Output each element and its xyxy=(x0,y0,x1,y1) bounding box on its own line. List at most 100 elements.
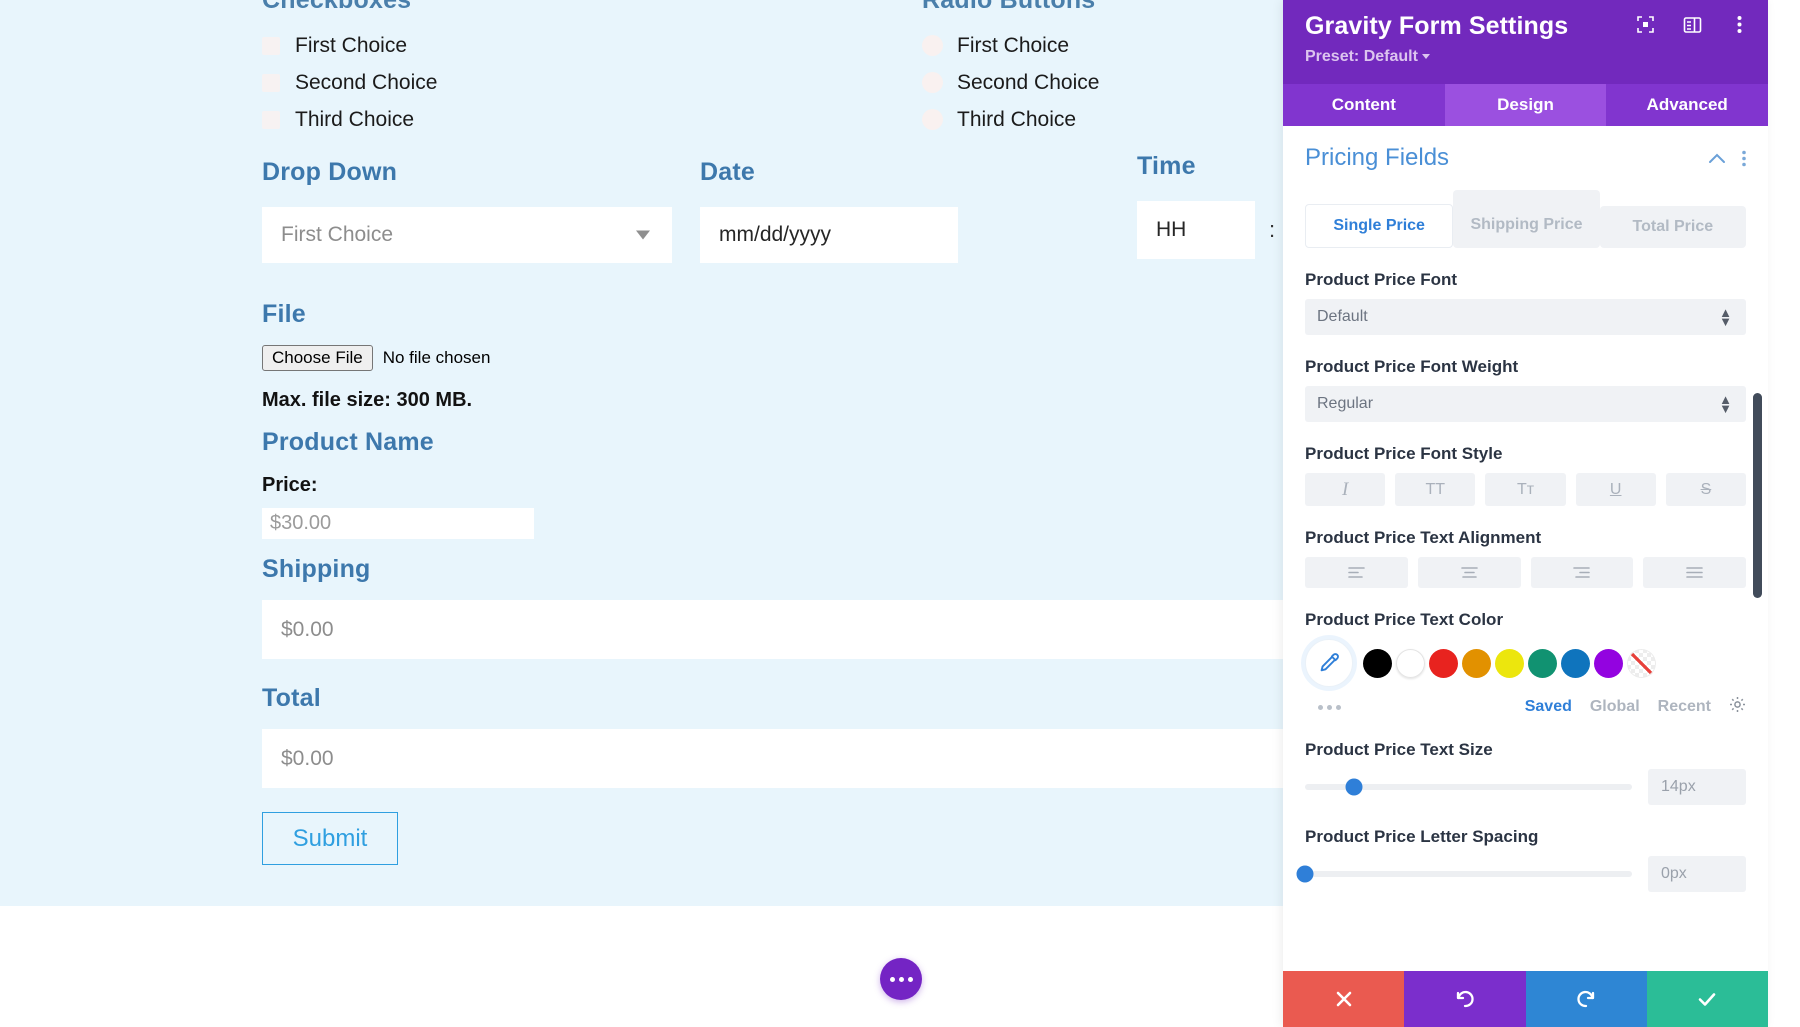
undo-button[interactable] xyxy=(1404,971,1525,1027)
color-link-global[interactable]: Global xyxy=(1590,698,1640,716)
tab-design[interactable]: Design xyxy=(1445,84,1607,126)
color-swatch-green[interactable] xyxy=(1528,649,1557,678)
chevron-up-icon[interactable] xyxy=(1708,153,1726,164)
panel-tabs: Content Design Advanced xyxy=(1283,84,1768,126)
checkbox-option[interactable]: Second Choice xyxy=(262,64,732,101)
price-tab-total[interactable]: Total Price xyxy=(1600,206,1746,248)
product-price-font-weight-select[interactable]: Regular ▲▼ xyxy=(1305,386,1746,422)
capitalize-icon[interactable]: Tт xyxy=(1485,473,1565,506)
redo-button[interactable] xyxy=(1526,971,1647,1027)
field-product-price-font-style: Product Price Font Style I TT Tт U S xyxy=(1283,444,1768,506)
save-button[interactable] xyxy=(1647,971,1768,1027)
price-tab-shipping[interactable]: Shipping Price xyxy=(1453,190,1599,248)
tab-advanced[interactable]: Advanced xyxy=(1606,84,1768,126)
field-product-price-font-weight: Product Price Font Weight Regular ▲▼ xyxy=(1283,357,1768,422)
layout-panel-icon[interactable] xyxy=(1682,14,1703,35)
letter-spacing-slider-row: 0px xyxy=(1305,856,1746,892)
color-swatch-white[interactable] xyxy=(1396,649,1425,678)
color-swatch-yellow[interactable] xyxy=(1495,649,1524,678)
choose-file-button[interactable]: Choose File xyxy=(262,345,373,371)
field-product-price-text-size: Product Price Text Size 14px xyxy=(1283,740,1768,805)
color-swatch-orange[interactable] xyxy=(1462,649,1491,678)
font-style-button-row: I TT Tт U S xyxy=(1305,473,1746,506)
floating-more-button[interactable] xyxy=(880,958,922,1000)
align-right-icon[interactable] xyxy=(1531,557,1634,588)
color-swatch-row xyxy=(1305,639,1746,687)
uppercase-icon[interactable]: TT xyxy=(1395,473,1475,506)
more-dots-icon xyxy=(908,977,913,982)
kebab-menu-icon[interactable] xyxy=(1729,14,1750,35)
align-left-icon[interactable] xyxy=(1305,557,1408,588)
radio-icon[interactable] xyxy=(922,109,943,130)
shipping-input[interactable]: $0.00 xyxy=(262,600,1283,659)
text-size-value-input[interactable]: 14px xyxy=(1648,769,1746,805)
field-product-price-letter-spacing: Product Price Letter Spacing 0px xyxy=(1283,827,1768,892)
product-price-input[interactable]: $30.00 xyxy=(262,508,534,539)
radio-option[interactable]: Third Choice xyxy=(922,101,1283,138)
color-swatch-purple[interactable] xyxy=(1594,649,1623,678)
time-placeholder: HH xyxy=(1156,218,1186,242)
radio-icon[interactable] xyxy=(922,72,943,93)
italic-icon[interactable]: I xyxy=(1305,473,1385,506)
color-link-saved[interactable]: Saved xyxy=(1525,698,1572,716)
align-center-icon[interactable] xyxy=(1418,557,1521,588)
chevron-down-icon xyxy=(1422,54,1430,59)
more-dots-icon[interactable] xyxy=(1305,705,1363,710)
checkbox-icon[interactable] xyxy=(262,37,280,55)
tab-content[interactable]: Content xyxy=(1283,84,1445,126)
select-value: Default xyxy=(1317,308,1368,326)
date-field: Date mm/dd/yyyy xyxy=(700,158,958,263)
align-justify-icon[interactable] xyxy=(1643,557,1746,588)
underline-icon[interactable]: U xyxy=(1576,473,1656,506)
submit-button[interactable]: Submit xyxy=(262,812,398,865)
color-swatch-black[interactable] xyxy=(1363,649,1392,678)
checkbox-option[interactable]: First Choice xyxy=(262,27,732,64)
time-separator: : xyxy=(1269,217,1275,243)
letter-spacing-slider[interactable] xyxy=(1305,871,1632,877)
preset-selector[interactable]: Preset: Default xyxy=(1305,48,1746,66)
slider-thumb[interactable] xyxy=(1297,866,1314,883)
strikethrough-icon[interactable]: S xyxy=(1666,473,1746,506)
gear-icon[interactable] xyxy=(1729,696,1746,718)
text-size-slider[interactable] xyxy=(1305,784,1632,790)
panel-scrollbar[interactable] xyxy=(1753,393,1762,598)
radio-group-label: Radio Buttons xyxy=(922,0,1283,15)
date-input[interactable]: mm/dd/yyyy xyxy=(700,207,958,263)
slider-thumb[interactable] xyxy=(1346,779,1363,796)
kebab-menu-icon[interactable] xyxy=(1742,150,1746,167)
settings-panel: Gravity Form Settings Preset: Default xyxy=(1283,0,1768,1027)
text-alignment-button-row xyxy=(1305,557,1746,588)
checkbox-option[interactable]: Third Choice xyxy=(262,101,732,138)
radio-option[interactable]: First Choice xyxy=(922,27,1283,64)
chevron-down-icon xyxy=(636,231,650,240)
field-product-price-text-alignment: Product Price Text Alignment xyxy=(1283,528,1768,588)
eyedropper-icon[interactable] xyxy=(1305,639,1353,687)
dropdown-select[interactable]: First Choice xyxy=(262,207,672,263)
radio-option-label: First Choice xyxy=(957,34,1069,58)
checkbox-icon[interactable] xyxy=(262,74,280,92)
field-label: Product Price Font xyxy=(1305,270,1746,290)
total-input[interactable]: $0.00 xyxy=(262,729,1283,788)
time-hour-input[interactable]: HH xyxy=(1137,201,1255,259)
color-swatch-blue[interactable] xyxy=(1561,649,1590,678)
date-placeholder: mm/dd/yyyy xyxy=(719,223,831,247)
product-price-font-select[interactable]: Default ▲▼ xyxy=(1305,299,1746,335)
color-source-links: Saved Global Recent xyxy=(1525,696,1746,718)
checkbox-icon[interactable] xyxy=(262,111,280,129)
radio-option[interactable]: Second Choice xyxy=(922,64,1283,101)
shipping-value: $0.00 xyxy=(281,618,334,642)
product-name-label: Product Name xyxy=(262,428,534,457)
letter-spacing-value-input[interactable]: 0px xyxy=(1648,856,1746,892)
time-field: Time HH : xyxy=(1137,152,1275,259)
price-tab-single[interactable]: Single Price xyxy=(1305,204,1453,248)
radio-icon[interactable] xyxy=(922,35,943,56)
field-label: Product Price Letter Spacing xyxy=(1305,827,1746,847)
focus-frame-icon[interactable] xyxy=(1635,14,1656,35)
color-link-recent[interactable]: Recent xyxy=(1658,698,1711,716)
radio-group: Radio Buttons First Choice Second Choice xyxy=(922,0,1283,138)
shipping-field: Shipping $0.00 xyxy=(262,555,1283,659)
field-label: Product Price Font Style xyxy=(1305,444,1746,464)
discard-button[interactable] xyxy=(1283,971,1404,1027)
color-swatch-transparent[interactable] xyxy=(1627,649,1656,678)
color-swatch-red[interactable] xyxy=(1429,649,1458,678)
